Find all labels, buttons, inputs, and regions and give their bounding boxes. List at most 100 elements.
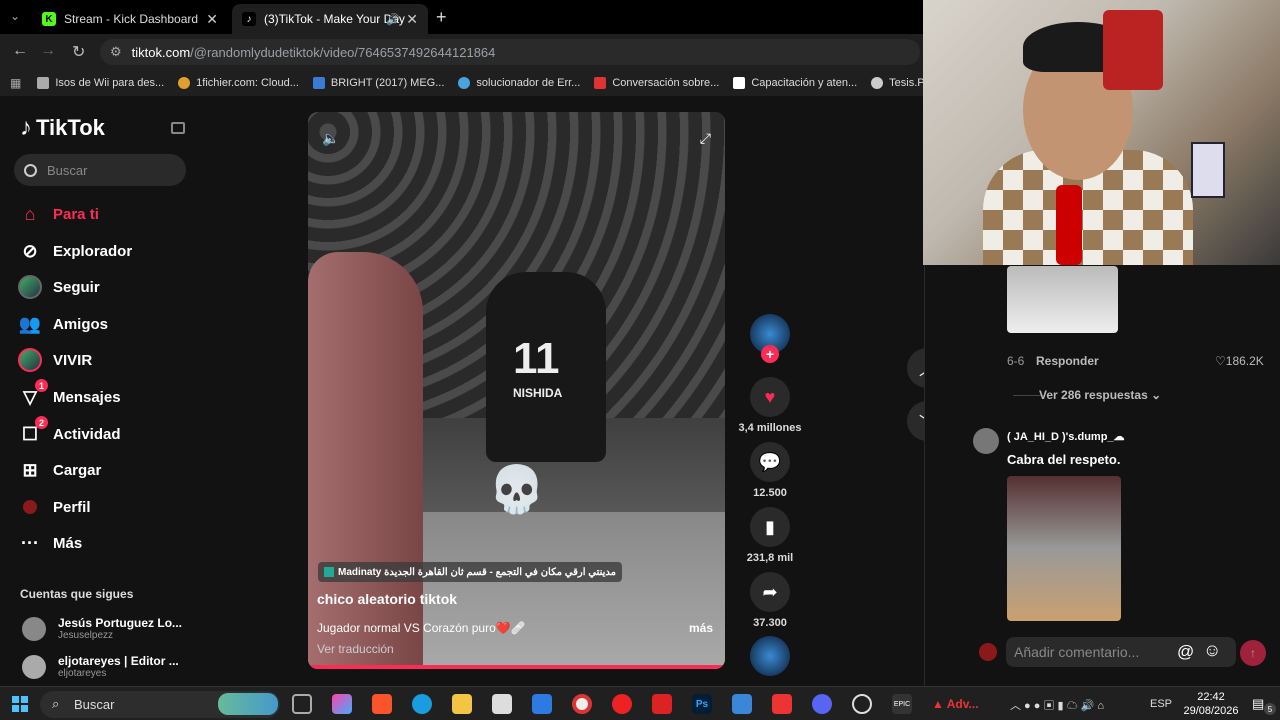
copilot-icon[interactable] <box>332 694 352 714</box>
messages-icon: ▽ 1 <box>18 379 48 409</box>
tab-tiktok[interactable]: ♪ (3)TikTok - Make Your Day 🔊 ✕ <box>232 4 428 34</box>
antivirus-alert[interactable]: ▲ Adv... <box>932 697 979 711</box>
comment-button[interactable]: 💬 <box>750 442 790 482</box>
search-input[interactable]: Buscar <box>14 154 186 186</box>
bookmark[interactable]: 1fichier.com: Cloud... <box>178 77 299 89</box>
sidebar-item-actividad[interactable]: ☐ 2 Actividad <box>18 416 121 446</box>
following-account[interactable]: Jesús Portuguez Lo... Jesuselpezz <box>22 616 182 641</box>
outlook-icon[interactable] <box>532 694 552 714</box>
sound-disc[interactable] <box>750 636 790 676</box>
location-tag[interactable]: Madinaty مدينتي ارقي مكان في التجمع - قس… <box>318 562 623 582</box>
save-count: 231,8 mil <box>746 552 794 564</box>
search-highlight-image <box>218 693 278 715</box>
search-placeholder: Buscar <box>47 162 88 178</box>
epic-games-icon[interactable]: EPIC <box>892 694 912 714</box>
sidebar-item-mas[interactable]: ··· Más <box>18 531 82 555</box>
my-avatar <box>979 643 997 661</box>
emoji-button[interactable]: ☺ <box>1203 640 1221 661</box>
brave-icon[interactable] <box>372 694 392 714</box>
url-field[interactable]: ⚙ tiktok.com/@randomlydudetiktok/video/7… <box>100 39 920 65</box>
task-view-icon[interactable] <box>292 694 312 714</box>
comment-image[interactable] <box>1007 266 1118 333</box>
sidebar-item-explorador[interactable]: ⊘ Explorador <box>18 239 132 263</box>
sidebar-item-perfil[interactable]: Perfil <box>18 495 91 519</box>
mention-button[interactable]: @ <box>1177 642 1194 662</box>
follow-button[interactable]: + <box>761 345 779 363</box>
close-icon[interactable]: ✕ <box>406 11 418 28</box>
live-icon <box>18 348 42 372</box>
avatar[interactable] <box>973 428 999 454</box>
sidebar-item-amigos[interactable]: 👥 Amigos <box>18 312 108 336</box>
comment-username[interactable]: ( JA_HI_D )'s.dump_☁ <box>1007 430 1125 443</box>
obs-icon[interactable] <box>852 694 872 714</box>
video-progress[interactable] <box>308 665 725 669</box>
bookmark[interactable]: Capacitación y aten... <box>733 77 857 89</box>
sidebar-item-vivir[interactable]: VIVIR <box>18 348 92 372</box>
close-icon[interactable]: ✕ <box>206 11 218 28</box>
save-button[interactable]: ▮ <box>750 507 790 547</box>
sidebar-item-seguir[interactable]: Seguir <box>18 275 100 299</box>
app-icon[interactable] <box>652 694 672 714</box>
collapse-sidebar-icon[interactable] <box>171 122 185 134</box>
clock[interactable]: 22:42 29/08/2026 <box>1172 690 1250 718</box>
following-account[interactable]: eljotareyes | Editor ... eljotareyes <box>22 654 179 679</box>
comment-input[interactable]: Añadir comentario... <box>1006 637 1236 667</box>
share-button[interactable]: ➦ <box>750 572 790 612</box>
comment-image[interactable] <box>1007 476 1121 621</box>
fullscreen-icon[interactable]: ⤢ <box>700 130 711 147</box>
translate-link[interactable]: Ver traducción <box>317 642 394 656</box>
tiktok-logo[interactable]: ♪ TikTok <box>20 114 105 142</box>
sidebar-item-mensajes[interactable]: ▽ 1 Mensajes <box>18 379 121 409</box>
bookmark[interactable]: Conversación sobre... <box>594 77 719 89</box>
taskbar-search[interactable]: ⌕ Buscar <box>40 691 280 718</box>
url-path: /@randomlydudetiktok/video/7646537492644… <box>190 44 496 60</box>
bookmark[interactable]: BRIGHT (2017) MEG... <box>312 77 444 89</box>
language-indicator[interactable]: ESP <box>1150 698 1172 710</box>
view-replies-button[interactable]: Ver 286 respuestas ⌄ <box>1039 388 1161 402</box>
bookmark[interactable]: solucionador de Err... <box>458 77 580 89</box>
tab-list-icon[interactable]: ⌄ <box>10 9 20 23</box>
forward-icon[interactable]: → <box>40 42 56 60</box>
app-icon[interactable] <box>732 694 752 714</box>
profile-icon <box>18 495 42 519</box>
tab-kick[interactable]: K Stream - Kick Dashboard ✕ <box>32 4 228 34</box>
heart-icon: ♥ <box>764 386 776 407</box>
photoshop-icon[interactable]: Ps <box>692 694 712 714</box>
edge-icon[interactable] <box>412 694 432 714</box>
speaker-icon[interactable]: 🔊 <box>386 13 400 26</box>
back-icon[interactable]: ← <box>12 42 28 60</box>
chrome-icon[interactable] <box>572 694 592 714</box>
webcam-overlay <box>923 0 1280 265</box>
like-count: 3,4 millones <box>738 422 802 434</box>
send-button[interactable]: ↑ <box>1240 640 1266 666</box>
sidebar-item-para-ti[interactable]: ⌂ Para ti <box>18 202 99 226</box>
wps-icon[interactable] <box>772 694 792 714</box>
sidebar-item-cargar[interactable]: ⊞ Cargar <box>18 458 101 482</box>
location-icon <box>324 567 334 577</box>
url-host: tiktok.com <box>131 44 191 60</box>
new-tab-button[interactable]: + <box>436 7 447 28</box>
notification-icon[interactable]: ▤ <box>1252 696 1264 712</box>
store-icon[interactable] <box>492 694 512 714</box>
system-tray[interactable]: ︿ ● ● ▣ ▮ ☁ 🔊 ⌂ <box>1010 697 1104 713</box>
file-explorer-icon[interactable] <box>452 694 472 714</box>
video-player[interactable]: 11 NISHIDA 💀 🔈 ⤢ Madinaty مدينتي ارقي مك… <box>308 112 725 669</box>
tiktok-page: ♪ TikTok Buscar ⌂ Para ti ⊘ Explorador Segu… <box>0 96 947 686</box>
start-button[interactable] <box>12 696 28 712</box>
comment-like[interactable]: ♡186.2K <box>1215 354 1264 368</box>
notification-count: 5 <box>1264 703 1276 715</box>
video-author[interactable]: chico aleatorio tiktok <box>317 591 457 607</box>
bookmark[interactable]: Isos de Wii para des... <box>37 77 164 89</box>
reply-button[interactable]: Responder <box>1036 354 1099 368</box>
discord-icon[interactable] <box>812 694 832 714</box>
like-button[interactable]: ♥ <box>750 377 790 417</box>
volume-icon[interactable]: 🔈 <box>322 130 339 147</box>
following-title: Cuentas que sigues <box>20 587 134 601</box>
more-button[interactable]: más <box>689 621 713 635</box>
search-icon: ⌕ <box>52 696 60 711</box>
site-info-icon[interactable]: ⚙ <box>110 44 122 60</box>
media-player-icon[interactable] <box>612 694 632 714</box>
apps-grid-icon[interactable]: ▦ <box>10 76 21 90</box>
bookmark[interactable]: Tesis.PDF <box>871 77 924 89</box>
reload-icon[interactable]: ↻ <box>72 42 85 62</box>
